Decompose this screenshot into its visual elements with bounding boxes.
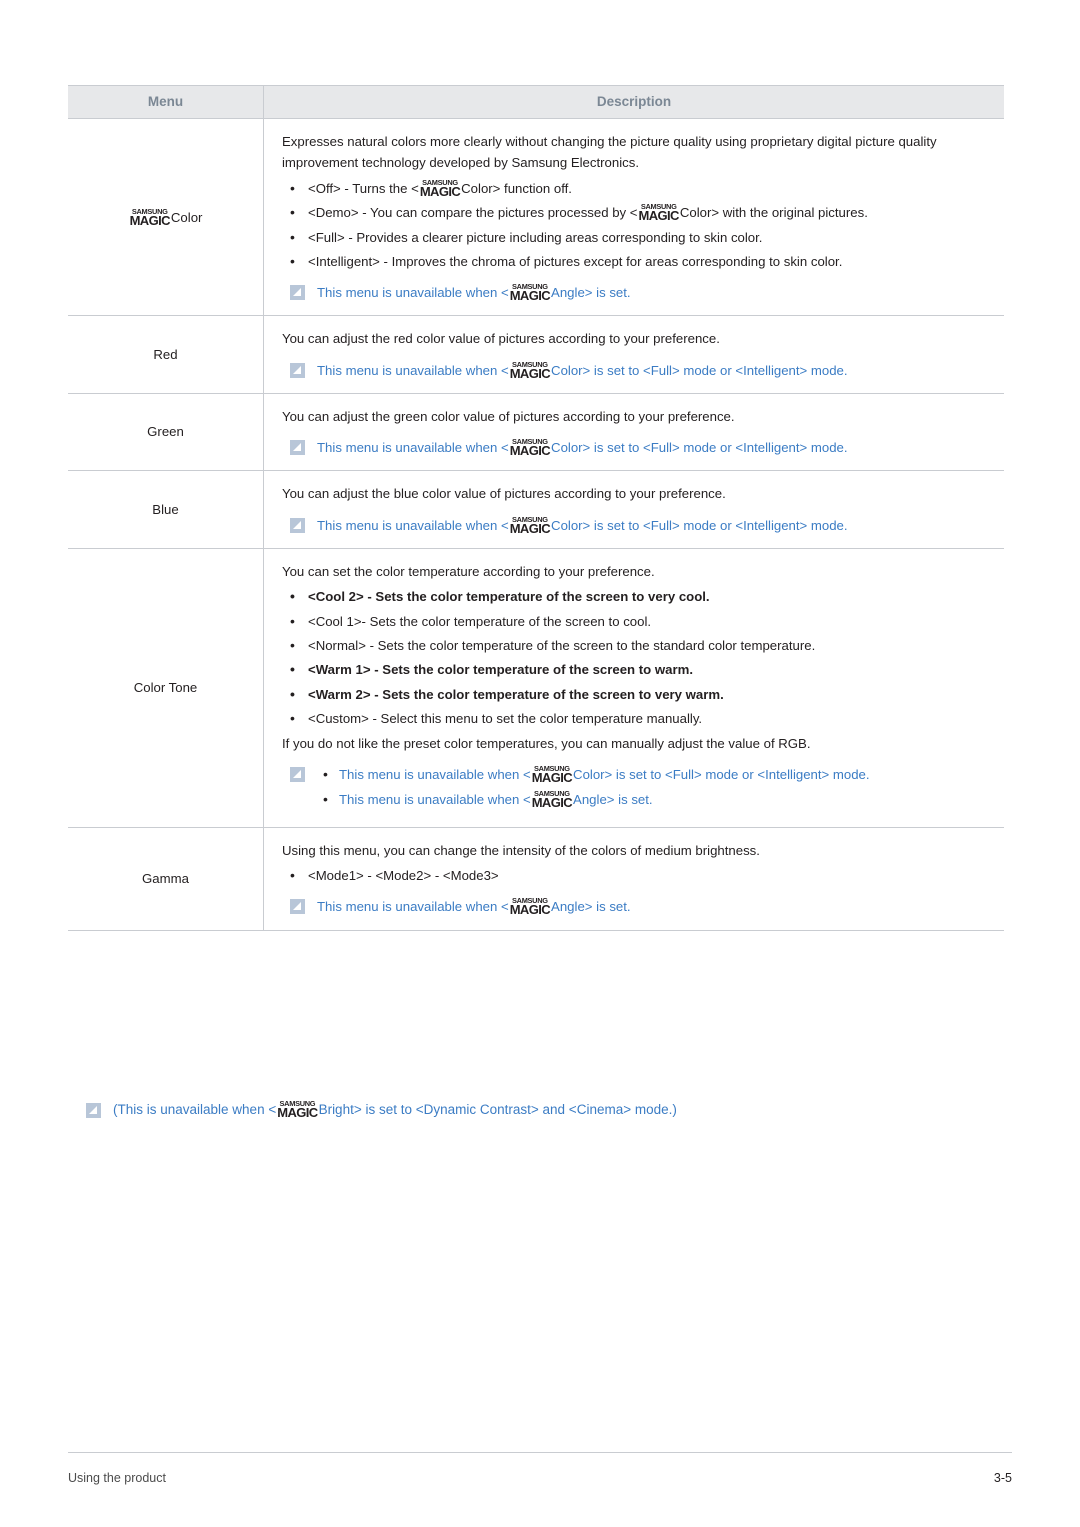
header-description: Description <box>263 85 1004 119</box>
list-item: <Warm 2> - Sets the color temperature of… <box>282 683 992 706</box>
table-body: SAMSUNG MAGIC Color Expresses natural colo… <box>68 118 1004 931</box>
desc-cell-red: You can adjust the red color value of pi… <box>263 315 1004 394</box>
settings-table: Menu Description SAMSUNG MAGIC Color Expre… <box>68 85 1004 931</box>
footer-page-number: 3-5 <box>993 1471 1012 1485</box>
desc-cell-colortone: You can set the color temperature accord… <box>263 548 1004 828</box>
note-icon <box>290 766 305 782</box>
note-icon <box>290 899 305 915</box>
table-row: Red You can adjust the red color value o… <box>68 315 1004 394</box>
menu-cell-magiccolor: SAMSUNG MAGIC Color <box>68 118 264 317</box>
desc-intro: You can set the color temperature accord… <box>282 563 655 579</box>
note-sub-list: This menu is unavailable when <SAMSUNGMA… <box>317 763 992 811</box>
desc-intro: You can adjust the red color value of pi… <box>282 331 720 347</box>
desc-intro: You can adjust the green color value of … <box>282 408 735 424</box>
samsung-magic-logo-icon: SAMSUNG MAGIC <box>509 437 551 459</box>
desc-outro: If you do not like the preset color temp… <box>282 735 811 751</box>
list-item: <Cool 2> - Sets the color temperature of… <box>282 585 992 608</box>
bullet-list: <Mode1> - <Mode2> - <Mode3> <box>282 864 992 887</box>
bullet-list: <Cool 2> - Sets the color temperature of… <box>282 585 992 730</box>
table-row: Color Tone You can set the color tempera… <box>68 548 1004 828</box>
table-row: Blue You can adjust the blue color value… <box>68 470 1004 549</box>
note-icon <box>290 285 305 301</box>
samsung-magic-logo-icon: SAMSUNG MAGIC <box>509 282 551 304</box>
menu-cell-blue: Blue <box>68 470 264 549</box>
desc-intro: Using this menu, you can change the inte… <box>282 842 760 858</box>
desc-cell-magiccolor: Expresses natural colors more clearly wi… <box>263 118 1004 317</box>
list-item: <Warm 1> - Sets the color temperature of… <box>282 658 992 681</box>
page-footer-note: (This is unavailable when < SAMSUNG MAGIC B… <box>86 1100 986 1120</box>
samsung-magic-logo-icon: SAMSUNG MAGIC <box>638 202 680 224</box>
note-icon <box>290 517 305 533</box>
table-row: Green You can adjust the green color val… <box>68 393 1004 472</box>
note-text: This menu is unavailable when <SAMSUNGMA… <box>317 282 631 304</box>
note-row: This menu is unavailable when <SAMSUNGMA… <box>282 282 992 303</box>
note-text: This menu is unavailable when <SAMSUNGMA… <box>317 788 992 811</box>
menu-cell-red: Red <box>68 315 264 394</box>
desc-cell-green: You can adjust the green color value of … <box>263 393 1004 472</box>
page-footer: Using the product 3-5 <box>68 1452 1012 1485</box>
samsung-magic-logo-icon: SAMSUNG MAGIC <box>509 896 551 918</box>
footer-left-text: Using the product <box>68 1471 166 1485</box>
samsung-magic-logo-icon: SAMSUNG MAGIC <box>129 206 171 228</box>
list-item: <Demo> - You can compare the pictures pr… <box>282 201 992 224</box>
list-item: <Off> - Turns the <SAMSUNGMAGICColor> fu… <box>282 177 992 200</box>
desc-intro: You can adjust the blue color value of p… <box>282 486 726 502</box>
note-text: This menu is unavailable when <SAMSUNGMA… <box>317 896 631 918</box>
list-item: <Intelligent> - Improves the chroma of p… <box>282 250 992 273</box>
footer-note-text: (This is unavailable when < SAMSUNG MAGIC B… <box>113 1099 677 1120</box>
note-row: This menu is unavailable when <SAMSUNGMA… <box>282 515 992 536</box>
samsung-magic-logo-icon: SAMSUNG MAGIC <box>277 1099 318 1120</box>
note-row: This menu is unavailable when <SAMSUNGMA… <box>282 763 992 815</box>
note-text: This menu is unavailable when <SAMSUNGMA… <box>317 763 992 786</box>
desc-intro: Expresses natural colors more clearly wi… <box>282 134 937 171</box>
note-text: This menu is unavailable when <SAMSUNGMA… <box>317 359 848 381</box>
note-row: This menu is unavailable when <SAMSUNGMA… <box>282 360 992 381</box>
table-header-row: Menu Description <box>68 85 1004 119</box>
table-row: Gamma Using this menu, you can change th… <box>68 827 1004 931</box>
list-item: <Full> - Provides a clearer picture incl… <box>282 225 992 248</box>
samsung-magic-logo-icon: SAMSUNG MAGIC <box>419 177 461 199</box>
list-item: <Mode1> - <Mode2> - <Mode3> <box>282 864 992 887</box>
menu-cell-colortone: Color Tone <box>68 548 264 828</box>
menu-cell-gamma: Gamma <box>68 827 264 931</box>
note-text: This menu is unavailable when <SAMSUNGMA… <box>317 437 848 459</box>
menu-cell-green: Green <box>68 393 264 472</box>
menu-label-suffix: Color <box>170 209 203 225</box>
header-menu: Menu <box>68 85 264 119</box>
samsung-magic-logo-icon: SAMSUNG MAGIC <box>531 763 573 785</box>
desc-cell-blue: You can adjust the blue color value of p… <box>263 470 1004 549</box>
document-page: Menu Description SAMSUNG MAGIC Color Expre… <box>0 0 1080 1527</box>
note-text: This menu is unavailable when <SAMSUNGMA… <box>317 514 848 536</box>
note-icon <box>86 1103 101 1118</box>
samsung-magic-logo-icon: SAMSUNG MAGIC <box>531 789 573 811</box>
note-list: This menu is unavailable when <SAMSUNGMA… <box>317 763 992 815</box>
bullet-list: <Off> - Turns the <SAMSUNGMAGICColor> fu… <box>282 177 992 273</box>
note-row: This menu is unavailable when <SAMSUNGMA… <box>282 437 992 458</box>
samsung-magic-logo-icon: SAMSUNG MAGIC <box>509 359 551 381</box>
desc-cell-gamma: Using this menu, you can change the inte… <box>263 827 1004 931</box>
samsung-magic-logo-icon: SAMSUNG MAGIC <box>509 514 551 536</box>
note-icon <box>290 440 305 456</box>
list-item: <Normal> - Sets the color temperature of… <box>282 634 992 657</box>
note-row: This menu is unavailable when <SAMSUNGMA… <box>282 896 992 917</box>
list-item: <Custom> - Select this menu to set the c… <box>282 707 992 730</box>
table-row: SAMSUNG MAGIC Color Expresses natural colo… <box>68 118 1004 317</box>
list-item: <Cool 1>- Sets the color temperature of … <box>282 610 992 633</box>
note-icon <box>290 362 305 378</box>
